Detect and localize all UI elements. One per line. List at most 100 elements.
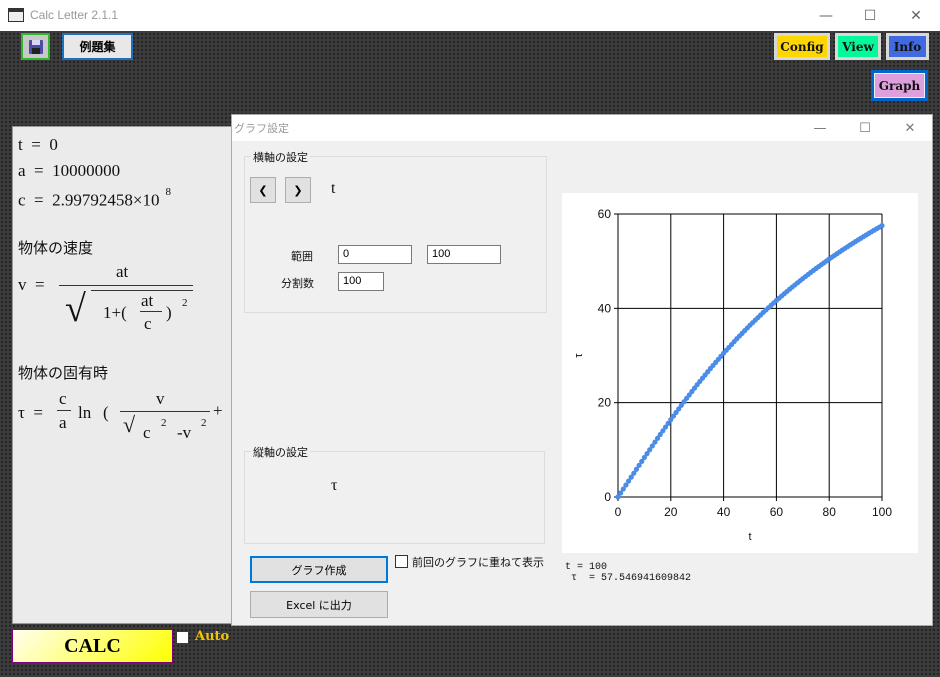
info-button[interactable]: Info (886, 33, 929, 60)
calc-button[interactable]: CALC (12, 629, 173, 663)
proper-time-heading: 物体の固有時 (18, 364, 109, 382)
fraction-bar (57, 410, 71, 411)
ln: ln (78, 403, 92, 422)
x-tick-label: 60 (770, 505, 784, 519)
equals: = (34, 161, 44, 180)
a-definition: a = 10000000 (18, 161, 120, 181)
title-bar: Calc Letter 2.1.1 — ☐ ✕ (0, 0, 940, 31)
chevron-right-icon: ❯ (293, 183, 303, 197)
exponent: 2 (161, 417, 167, 429)
var-name: t (18, 135, 23, 154)
maximize-icon: ☐ (863, 7, 877, 24)
x-axis-group-label: 横軸の設定 (251, 149, 310, 165)
tau-den-c: c (143, 423, 151, 442)
graph-settings-dialog: グラフ設定 — ☐ ✕ 横軸の設定 ❮ ❯ t 範囲 0 100 分割数 100… (231, 114, 933, 626)
x-tick-label: 100 (872, 505, 892, 519)
excel-export-button[interactable]: Excel に出力 (250, 591, 388, 618)
v-inner-num: at (141, 291, 154, 310)
exponent: 8 (165, 186, 171, 198)
y-tick-label: 40 (598, 301, 612, 315)
sqrt-icon: √ (123, 412, 136, 437)
equals: = (35, 275, 45, 294)
dialog-close-button[interactable]: ✕ (888, 115, 932, 141)
next-variable-button[interactable]: ❯ (285, 177, 311, 203)
equals: = (34, 190, 44, 210)
tau-coef-den: a (59, 413, 67, 432)
save-button[interactable] (21, 33, 50, 60)
v-inner-den: c (144, 314, 152, 333)
formula-panel: t = 0 a = 10000000 c = 2.99792458×10 8 物体… (12, 126, 232, 624)
x-variable-label: t (331, 180, 336, 197)
tau-lhs: τ = (18, 403, 43, 423)
app-icon (8, 8, 24, 22)
range-label: 範囲 (291, 250, 313, 263)
maximize-button[interactable]: ☐ (847, 0, 893, 31)
y-axis-label: τ (573, 353, 585, 358)
velocity-heading: 物体の速度 (18, 239, 94, 257)
var-value: 2.99792458×10 (52, 190, 160, 210)
make-graph-button[interactable]: グラフ作成 (250, 556, 388, 583)
main-window: Calc Letter 2.1.1 — ☐ ✕ 例題集 Config View … (0, 0, 940, 677)
y-axis-group-label: 縦軸の設定 (251, 444, 310, 460)
close-icon: ✕ (910, 7, 922, 24)
var-name: c (18, 190, 26, 210)
x-axis-label: t (748, 531, 751, 543)
graph-button[interactable]: Graph (871, 70, 928, 101)
x-tick-label: 80 (823, 505, 837, 519)
y-axis-group: 縦軸の設定 τ (244, 444, 545, 544)
c-definition: c = 2.99792458×10 8 (18, 186, 171, 211)
dialog-maximize-button[interactable]: ☐ (843, 115, 887, 141)
lhs: τ (18, 403, 25, 422)
data-point (879, 223, 885, 229)
overlay-checkbox[interactable] (395, 555, 408, 568)
var-value: 10000000 (52, 161, 121, 180)
close-icon: ✕ (904, 120, 916, 136)
fraction-bar (140, 311, 162, 312)
chevron-left-icon: ❮ (258, 183, 268, 197)
x-tick-label: 20 (664, 505, 678, 519)
auto-label: Auto (195, 629, 230, 644)
equals: = (31, 135, 41, 154)
tau-num: v (156, 389, 165, 408)
x-tick-label: 0 (615, 505, 622, 519)
tau-coef-num: c (59, 389, 67, 408)
var-value: 0 (49, 135, 58, 154)
chart-svg: 0 20 40 60 80 100 0 20 40 60 t τ (573, 207, 892, 543)
y-tick-label: 0 (604, 490, 611, 504)
y-variable-label: τ (331, 477, 338, 494)
var-name: a (18, 161, 26, 180)
range-max-input[interactable]: 100 (427, 245, 501, 264)
v-lhs: v = (18, 275, 45, 295)
range-min-input[interactable]: 0 (338, 245, 412, 264)
auto-checkbox[interactable] (177, 632, 188, 643)
y-tick-label: 60 (598, 207, 612, 221)
minimize-icon: — (813, 120, 827, 136)
exponent: 2 (201, 417, 207, 429)
divisions-label: 分割数 (281, 277, 314, 290)
window-title: Calc Letter 2.1.1 (30, 8, 119, 22)
prev-variable-button[interactable]: ❮ (250, 177, 276, 203)
divisions-input[interactable]: 100 (338, 272, 384, 291)
y-tick-label: 20 (598, 396, 612, 410)
overlay-label: 前回のグラフに重ねて表示 (412, 556, 544, 569)
maximize-icon: ☐ (859, 120, 871, 136)
minimize-button[interactable]: — (803, 0, 849, 31)
equals: = (33, 403, 43, 422)
config-button[interactable]: Config (774, 33, 830, 60)
close-button[interactable]: ✕ (893, 0, 939, 31)
examples-button[interactable]: 例題集 (62, 33, 133, 60)
lhs: v (18, 275, 27, 294)
plus: + (213, 401, 223, 420)
fraction-bar (59, 285, 193, 286)
x-axis-group: 横軸の設定 ❮ ❯ t 範囲 0 100 分割数 100 (244, 149, 547, 313)
view-button[interactable]: View (835, 33, 881, 60)
dialog-minimize-button[interactable]: — (798, 115, 842, 141)
v-inner-post: ) (166, 303, 172, 322)
open-paren: ( (103, 403, 109, 422)
t-definition: t = 0 (18, 135, 58, 155)
series-group (615, 223, 885, 500)
minimize-icon: — (819, 7, 833, 24)
sqrt-icon: √ (65, 288, 86, 330)
dialog-title: グラフ設定 (234, 122, 289, 135)
v-inner-pre: 1+( (103, 303, 127, 322)
